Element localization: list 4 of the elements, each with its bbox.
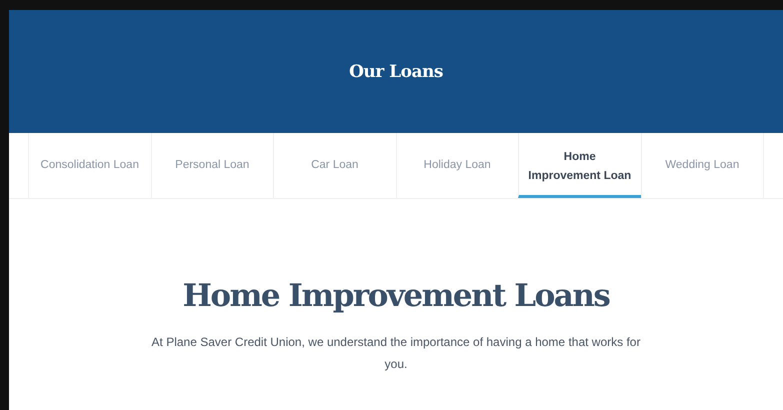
page-title: Our Loans bbox=[349, 62, 443, 82]
intro-paragraph: At Plane Saver Credit Union, we understand the importance of having a home that works for you. bbox=[151, 334, 641, 373]
loan-tab[interactable]: Home Improvement Loan bbox=[518, 133, 640, 198]
section-heading: Home Improvement Loans bbox=[182, 278, 610, 314]
